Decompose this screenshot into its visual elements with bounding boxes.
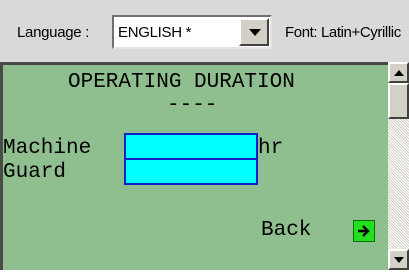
scroll-down-button[interactable] (388, 249, 409, 270)
guard-label: Guard (3, 161, 67, 184)
scroll-thumb[interactable] (388, 83, 409, 119)
back-arrow-icon[interactable] (353, 220, 375, 242)
arrow-right-icon (358, 225, 370, 237)
language-label: Language : (17, 24, 90, 41)
language-select[interactable]: ENGLISH * (112, 15, 272, 49)
guard-duration-field[interactable] (124, 158, 258, 185)
scroll-up-button[interactable] (388, 62, 409, 83)
toolbar: Language : ENGLISH * Font: Latin+Cyrilli… (0, 0, 409, 62)
machine-duration-field[interactable] (124, 133, 258, 160)
dropdown-arrow-icon[interactable] (239, 18, 269, 46)
machine-unit-label: hr (258, 137, 284, 160)
vertical-scrollbar[interactable] (388, 62, 409, 270)
language-selected-value: ENGLISH * (118, 24, 192, 41)
lcd-screen-area: OPERATING DURATION ---- hr Machine Guard… (0, 62, 409, 272)
back-label: Back (261, 219, 312, 242)
font-label: Font: Latin+Cyrillic (285, 24, 401, 41)
lcd-display: OPERATING DURATION ---- hr Machine Guard… (0, 62, 388, 270)
title-underline: ---- (167, 94, 218, 117)
machine-label: Machine (3, 137, 92, 160)
screen-title: OPERATING DURATION (68, 71, 295, 94)
